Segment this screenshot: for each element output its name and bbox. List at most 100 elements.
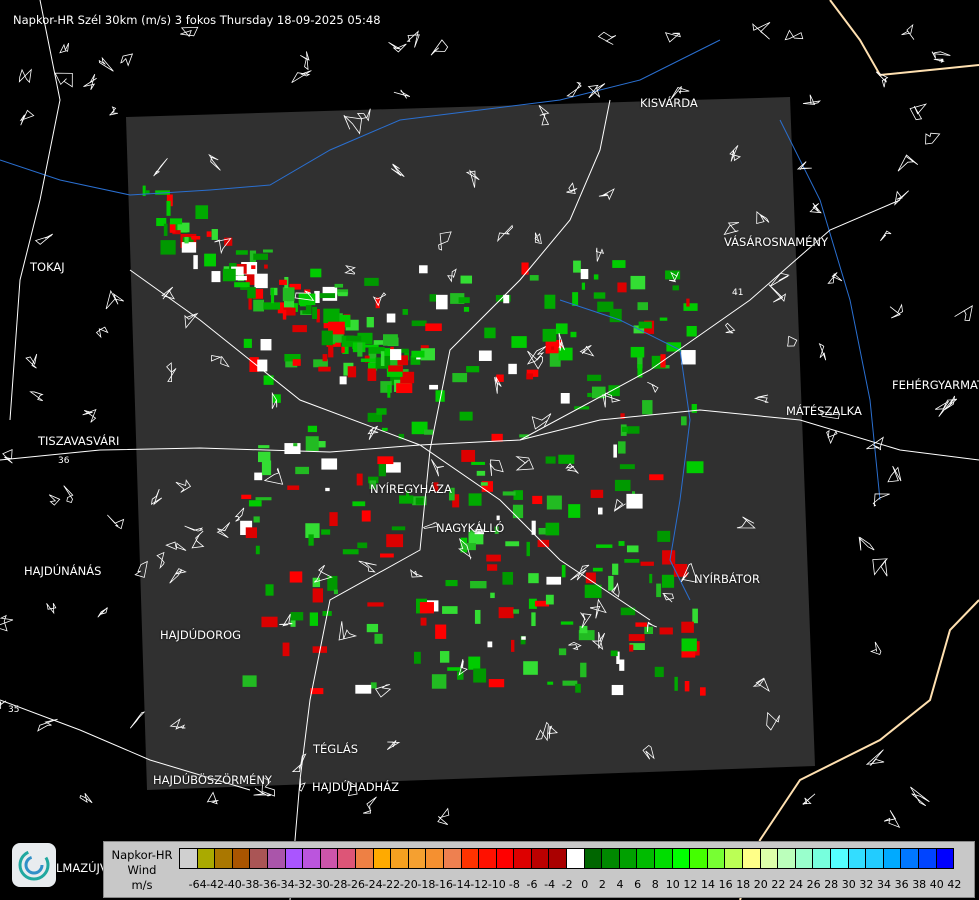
legend-color-box — [655, 849, 673, 868]
radar-echo — [673, 563, 688, 577]
radar-echo — [686, 298, 690, 307]
town-outline — [54, 72, 73, 88]
radar-echo — [308, 534, 314, 546]
radar-echo — [686, 461, 704, 474]
legend-color-box — [567, 849, 585, 868]
legend-tick-label: -4 — [544, 878, 556, 891]
city-label: NYÍREGYHÁZA — [370, 482, 452, 496]
radar-echo — [342, 549, 359, 555]
legend-tick-label: -38 — [241, 878, 260, 891]
town-outline — [865, 749, 885, 766]
city-label: NAGYKÁLLÓ — [436, 521, 505, 535]
radar-echo — [245, 527, 257, 539]
town-outline — [19, 109, 35, 126]
town-outline — [826, 429, 838, 445]
town-outline — [933, 58, 945, 63]
radar-echo — [235, 250, 248, 255]
radar-echo — [255, 545, 260, 555]
radar-echo — [468, 493, 482, 506]
radar-echo — [211, 271, 221, 283]
legend-color-box — [795, 849, 814, 868]
radar-echo — [542, 328, 557, 342]
legend-color-box — [443, 849, 462, 868]
radar-echo — [305, 436, 319, 451]
legend-tick-label: 6 — [634, 878, 642, 891]
radar-echo — [581, 282, 586, 290]
radar-echo — [644, 626, 654, 634]
radar-echo — [661, 574, 675, 588]
radar-echo — [366, 623, 379, 633]
radar-echo — [545, 456, 556, 464]
radar-echo — [364, 277, 379, 286]
radar-echo — [195, 205, 209, 220]
radar-echo — [346, 335, 362, 341]
legend-tick-label: -20 — [399, 878, 418, 891]
legend-tick-label: 14 — [701, 878, 715, 891]
town-outline — [48, 494, 61, 506]
legend-tick-label: -18 — [417, 878, 436, 891]
radar-echo — [638, 321, 652, 329]
radar-echo — [681, 621, 694, 633]
legend-color-boxes — [179, 848, 955, 869]
radar-echo — [452, 373, 468, 383]
radar-echo — [674, 676, 678, 691]
radar-echo — [487, 641, 493, 648]
radar-echo — [279, 279, 287, 285]
town-outline — [801, 793, 816, 805]
legend-color-box — [355, 849, 374, 868]
swirl-logo-icon — [18, 849, 50, 881]
radar-echo — [356, 473, 363, 486]
legend-color-box — [637, 849, 656, 868]
legend-color-box — [267, 849, 286, 868]
radar-echo — [415, 497, 424, 505]
radar-echo — [545, 522, 560, 536]
radar-echo — [526, 541, 530, 557]
map-title: Napkor-HR Szél 30km (m/s) 3 fokos Thursd… — [13, 13, 381, 27]
radar-echo — [361, 510, 371, 522]
radar-echo — [470, 581, 487, 589]
legend-color-box — [531, 849, 550, 868]
radar-echo — [420, 617, 427, 626]
radar-echo — [629, 644, 634, 652]
radar-echo — [654, 666, 664, 678]
radar-echo — [388, 365, 403, 372]
radar-echo — [523, 661, 538, 675]
town-outline — [880, 230, 892, 242]
radar-echo — [474, 609, 481, 624]
legend-color-box — [320, 849, 339, 868]
radar-echo — [376, 408, 387, 415]
legend-tick-label: -36 — [259, 878, 277, 891]
town-outline — [79, 792, 93, 804]
legend-tick-label: 26 — [806, 878, 821, 891]
legend-color-box — [584, 849, 603, 868]
radar-echo — [544, 294, 556, 309]
town-outline — [597, 31, 617, 45]
legend-tick-label: 10 — [665, 878, 680, 891]
radar-echo — [383, 334, 398, 346]
legend-tick-label: -30 — [311, 878, 330, 891]
radar-echo — [424, 429, 434, 435]
town-outline — [109, 106, 118, 116]
radar-echo — [377, 456, 394, 465]
legend-color-box — [303, 849, 321, 868]
radar-echo — [570, 331, 577, 338]
town-outline — [954, 305, 973, 321]
legend-color-box — [549, 849, 568, 868]
radar-echo — [573, 260, 581, 273]
town-outline — [587, 83, 606, 99]
radar-echo — [425, 323, 442, 332]
radar-echo — [355, 684, 372, 694]
radar-echo — [321, 529, 331, 535]
town-outline — [25, 353, 38, 369]
radar-echo — [471, 461, 486, 465]
legend-tick-label: -64 — [188, 878, 207, 891]
radar-echo — [618, 541, 625, 546]
town-outline — [180, 26, 199, 38]
city-label: TÉGLÁS — [313, 742, 359, 756]
radar-echo — [204, 253, 216, 267]
town-outline — [107, 514, 125, 530]
radar-echo — [579, 625, 588, 634]
legend-color-box — [672, 849, 691, 868]
legend-color-box — [866, 849, 884, 868]
town-outline — [430, 39, 449, 56]
